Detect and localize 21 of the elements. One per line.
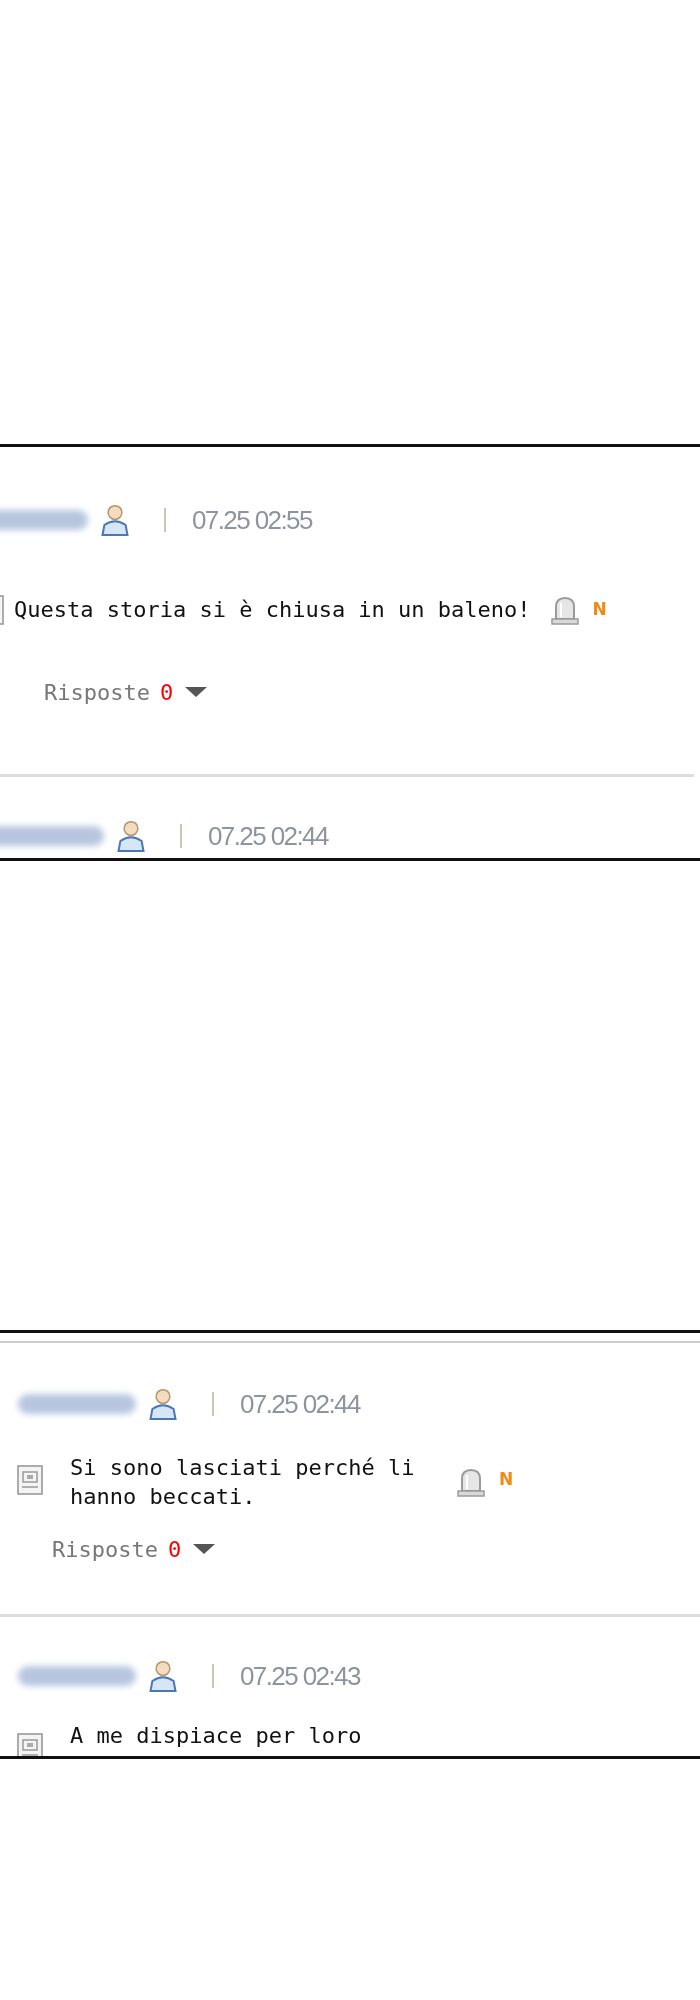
- replies-label[interactable]: Risposte: [44, 679, 150, 705]
- document-icon: [17, 1463, 43, 1495]
- replies-label[interactable]: Risposte: [52, 1536, 158, 1562]
- comment-text: Si sono lasciati perché li hanno beccati.: [70, 1454, 416, 1511]
- new-label: N: [499, 1469, 514, 1489]
- user-icon: [100, 503, 130, 537]
- user-icon: [148, 1659, 178, 1693]
- timestamp: 07.25 02:55: [192, 504, 312, 536]
- timestamp: 07.25 02:44: [208, 820, 328, 852]
- replies-count: 0: [159, 679, 174, 705]
- replies-count: 0: [167, 1536, 182, 1562]
- timestamp: 07.25 02:43: [240, 1660, 360, 1692]
- comment-text: A me dispiace per loro: [70, 1722, 362, 1750]
- caret-icon[interactable]: [193, 1543, 216, 1555]
- user-icon: [148, 1387, 178, 1421]
- caret-icon[interactable]: [185, 686, 208, 698]
- document-icon: [17, 1731, 43, 1756]
- comment-text: Questa storia si è chiusa in un baleno!: [14, 595, 531, 624]
- user-icon: [116, 819, 146, 853]
- timestamp: 07.25 02:44: [240, 1388, 360, 1420]
- new-label: N: [592, 599, 607, 619]
